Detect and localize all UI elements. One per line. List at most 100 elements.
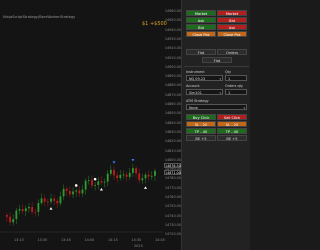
y-tick-label: 14770.00 bbox=[164, 185, 181, 190]
buy-click-button[interactable]: Buy Click bbox=[186, 114, 216, 120]
order-panel: Market Market Ask Bid Bid Ask Close Pos … bbox=[181, 0, 250, 250]
candle-body bbox=[15, 210, 18, 220]
price-chart[interactable] bbox=[0, 0, 181, 250]
sell-market-button[interactable]: Market bbox=[217, 10, 247, 16]
sell-bid-button[interactable]: Bid bbox=[217, 17, 247, 23]
y-tick-label: 14820.00 bbox=[164, 139, 181, 144]
candle-body bbox=[87, 180, 90, 181]
y-tick-label: 14750.00 bbox=[164, 204, 181, 209]
y-tick-label: 14920.00 bbox=[164, 46, 181, 51]
candle-body bbox=[147, 174, 150, 177]
candle-body bbox=[81, 189, 84, 194]
candle-body bbox=[28, 206, 30, 209]
y-tick-label: 14840.00 bbox=[164, 120, 181, 125]
candle-body bbox=[113, 169, 115, 176]
y-tick-label: 14910.00 bbox=[164, 55, 181, 60]
signal-marker bbox=[131, 158, 135, 162]
candle-body bbox=[119, 174, 122, 179]
candle-body bbox=[150, 175, 153, 177]
candle-body bbox=[128, 172, 131, 177]
flatten-button[interactable]: Flat bbox=[202, 57, 232, 63]
instrument-select[interactable]: NQ 09-23 ▾ bbox=[186, 75, 223, 81]
flat-button[interactable]: Flat bbox=[186, 49, 216, 55]
candle-body bbox=[138, 173, 141, 181]
buy-tp-button[interactable]: TP - 40 bbox=[186, 128, 216, 134]
y-tick-label: 14800.00 bbox=[164, 157, 181, 162]
account-label: Account bbox=[186, 84, 200, 88]
candle-body bbox=[141, 178, 144, 181]
candle-body bbox=[12, 219, 15, 223]
orders-qty-input[interactable]: 1 bbox=[225, 89, 247, 95]
sell-be-button[interactable]: BE +5 bbox=[217, 135, 247, 141]
candle-body bbox=[6, 215, 8, 217]
y-tick-label: 14960.00 bbox=[164, 9, 181, 13]
account-select[interactable]: Sim101 ▾ bbox=[186, 89, 223, 95]
instrument-label: Instrument bbox=[186, 70, 205, 74]
candle-body bbox=[94, 184, 96, 186]
close-long-button[interactable]: Close Pos bbox=[186, 31, 216, 37]
sell-ask-button[interactable]: Ask bbox=[217, 24, 247, 30]
candle-body bbox=[97, 181, 100, 185]
y-tick-label: 14860.00 bbox=[164, 102, 181, 106]
candle-body bbox=[53, 198, 56, 201]
x-tick-label: 14:15 bbox=[108, 238, 118, 242]
orders-qty-label: Orders qty bbox=[225, 84, 243, 88]
y-tick-label: 14720.00 bbox=[164, 232, 181, 237]
candle-body bbox=[18, 209, 21, 211]
atm-strategy-select[interactable]: None ▾ bbox=[186, 104, 247, 110]
divider bbox=[184, 66, 249, 67]
buy-sl-button[interactable]: SL - 20 bbox=[186, 121, 216, 127]
candle-body bbox=[116, 175, 119, 179]
candle-body bbox=[154, 170, 156, 176]
candle-body bbox=[34, 211, 37, 213]
y-tick-label: 14940.00 bbox=[164, 27, 181, 32]
y-tick-label: 14950.00 bbox=[164, 18, 181, 23]
candle-body bbox=[75, 190, 78, 192]
buy-market-button[interactable]: Market bbox=[186, 10, 216, 16]
y-tick-label: 14810.00 bbox=[164, 148, 181, 153]
candle-body bbox=[43, 198, 46, 202]
candle-body bbox=[24, 208, 27, 212]
sell-sl-button[interactable]: SL - 20 bbox=[217, 121, 247, 127]
x-tick-label: 13:30 bbox=[37, 238, 48, 242]
qty-input[interactable]: 1 bbox=[225, 75, 247, 81]
candle-body bbox=[91, 180, 93, 186]
y-tick-label: 14740.00 bbox=[164, 213, 181, 218]
buy-be-button[interactable]: BE +5 bbox=[186, 135, 216, 141]
y-tick-label: 14760.00 bbox=[164, 195, 181, 199]
signal-marker bbox=[99, 187, 103, 191]
candle-body bbox=[106, 173, 109, 182]
chevron-down-icon: ▾ bbox=[243, 106, 245, 110]
chart-area[interactable]: NinjaScriptStrategy/BarsWorkerStrategy $… bbox=[0, 0, 181, 250]
signal-marker bbox=[74, 184, 78, 187]
candle-body bbox=[65, 188, 68, 191]
chevron-down-icon: ▾ bbox=[219, 77, 221, 81]
candle-body bbox=[122, 174, 125, 176]
y-tick-label: 14850.00 bbox=[164, 111, 181, 116]
orders-button[interactable]: Orders bbox=[217, 49, 247, 55]
candle-body bbox=[103, 181, 106, 183]
candle-body bbox=[84, 180, 87, 190]
signal-marker bbox=[93, 177, 97, 181]
buy-bid-button[interactable]: Bid bbox=[186, 24, 216, 30]
sell-click-button[interactable]: Sell Click bbox=[217, 114, 247, 120]
candle-body bbox=[144, 174, 147, 179]
candle-body bbox=[78, 190, 81, 194]
candle-body bbox=[69, 190, 71, 195]
qty-label: Qty bbox=[225, 70, 232, 74]
candle-body bbox=[56, 200, 59, 204]
chart-title: NinjaScriptStrategy/BarsWorkerStrategy bbox=[3, 15, 76, 19]
price-tag-current: 14876.50 bbox=[164, 163, 181, 168]
y-tick-label: 14890.00 bbox=[164, 74, 181, 79]
x-axis-footer: 2023 bbox=[134, 244, 143, 248]
candle-body bbox=[50, 198, 52, 202]
y-tick-label: 14830.00 bbox=[164, 129, 181, 134]
buy-ask-button[interactable]: Ask bbox=[186, 17, 216, 23]
y-tick-label: 14870.00 bbox=[164, 92, 181, 97]
candle-body bbox=[40, 198, 43, 204]
y-tick-label: 14780.00 bbox=[164, 176, 181, 181]
instrument-value: NQ 09-23 bbox=[189, 77, 206, 81]
close-short-button[interactable]: Close Pos bbox=[217, 31, 247, 37]
candle-body bbox=[109, 169, 112, 174]
sell-tp-button[interactable]: TP - 40 bbox=[217, 128, 247, 134]
